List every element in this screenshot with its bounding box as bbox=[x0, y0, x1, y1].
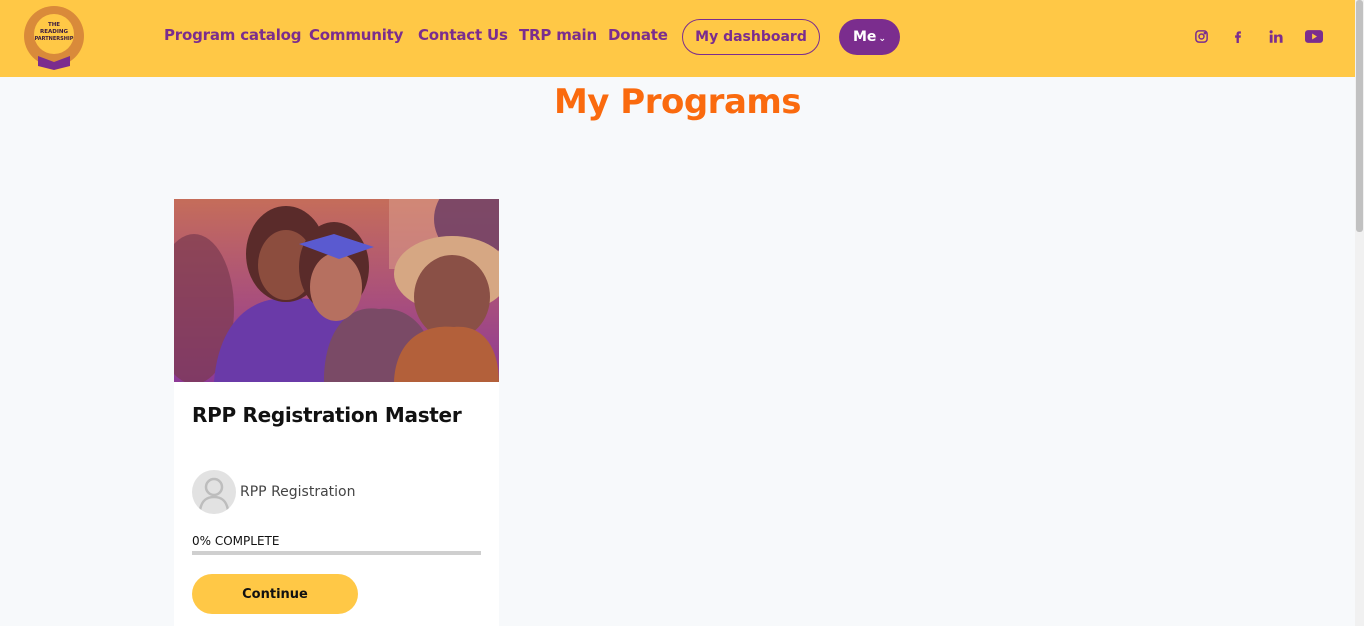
nav-contact-us[interactable]: Contact Us bbox=[418, 26, 508, 44]
youtube-icon[interactable] bbox=[1305, 27, 1323, 45]
nav-program-catalog[interactable]: Program catalog bbox=[164, 26, 301, 44]
my-dashboard-label: My dashboard bbox=[695, 29, 807, 45]
svg-text:PARTNERSHIP: PARTNERSHIP bbox=[35, 36, 74, 42]
svg-text:THE: THE bbox=[48, 22, 60, 28]
progress-label: 0% COMPLETE bbox=[192, 534, 280, 548]
svg-text:READING: READING bbox=[40, 29, 68, 35]
avatar bbox=[192, 470, 236, 514]
me-label: Me bbox=[853, 29, 877, 45]
program-image[interactable] bbox=[174, 199, 499, 382]
nav-donate[interactable]: Donate bbox=[608, 26, 668, 44]
nav-community[interactable]: Community bbox=[309, 26, 403, 44]
program-card[interactable]: RPP Registration Master RPP Registration… bbox=[174, 199, 499, 626]
author-name: RPP Registration bbox=[240, 484, 356, 500]
instagram-icon[interactable] bbox=[1192, 27, 1210, 45]
page-title: My Programs bbox=[553, 82, 802, 122]
continue-label: Continue bbox=[242, 586, 308, 602]
me-menu-button[interactable]: Me ⌄ bbox=[839, 19, 900, 55]
nav-trp-main[interactable]: TRP main bbox=[519, 26, 597, 44]
facebook-icon[interactable] bbox=[1229, 27, 1247, 45]
progress-bar bbox=[192, 551, 481, 555]
site-header: THE READING PARTNERSHIP Program catalog … bbox=[0, 0, 1355, 77]
chevron-down-icon: ⌄ bbox=[878, 33, 886, 44]
my-dashboard-button[interactable]: My dashboard bbox=[682, 19, 820, 55]
logo[interactable]: THE READING PARTNERSHIP bbox=[20, 4, 88, 72]
continue-button[interactable]: Continue bbox=[192, 574, 358, 614]
scrollbar-thumb[interactable] bbox=[1356, 0, 1363, 232]
linkedin-icon[interactable] bbox=[1267, 27, 1285, 45]
program-title[interactable]: RPP Registration Master bbox=[192, 403, 462, 427]
